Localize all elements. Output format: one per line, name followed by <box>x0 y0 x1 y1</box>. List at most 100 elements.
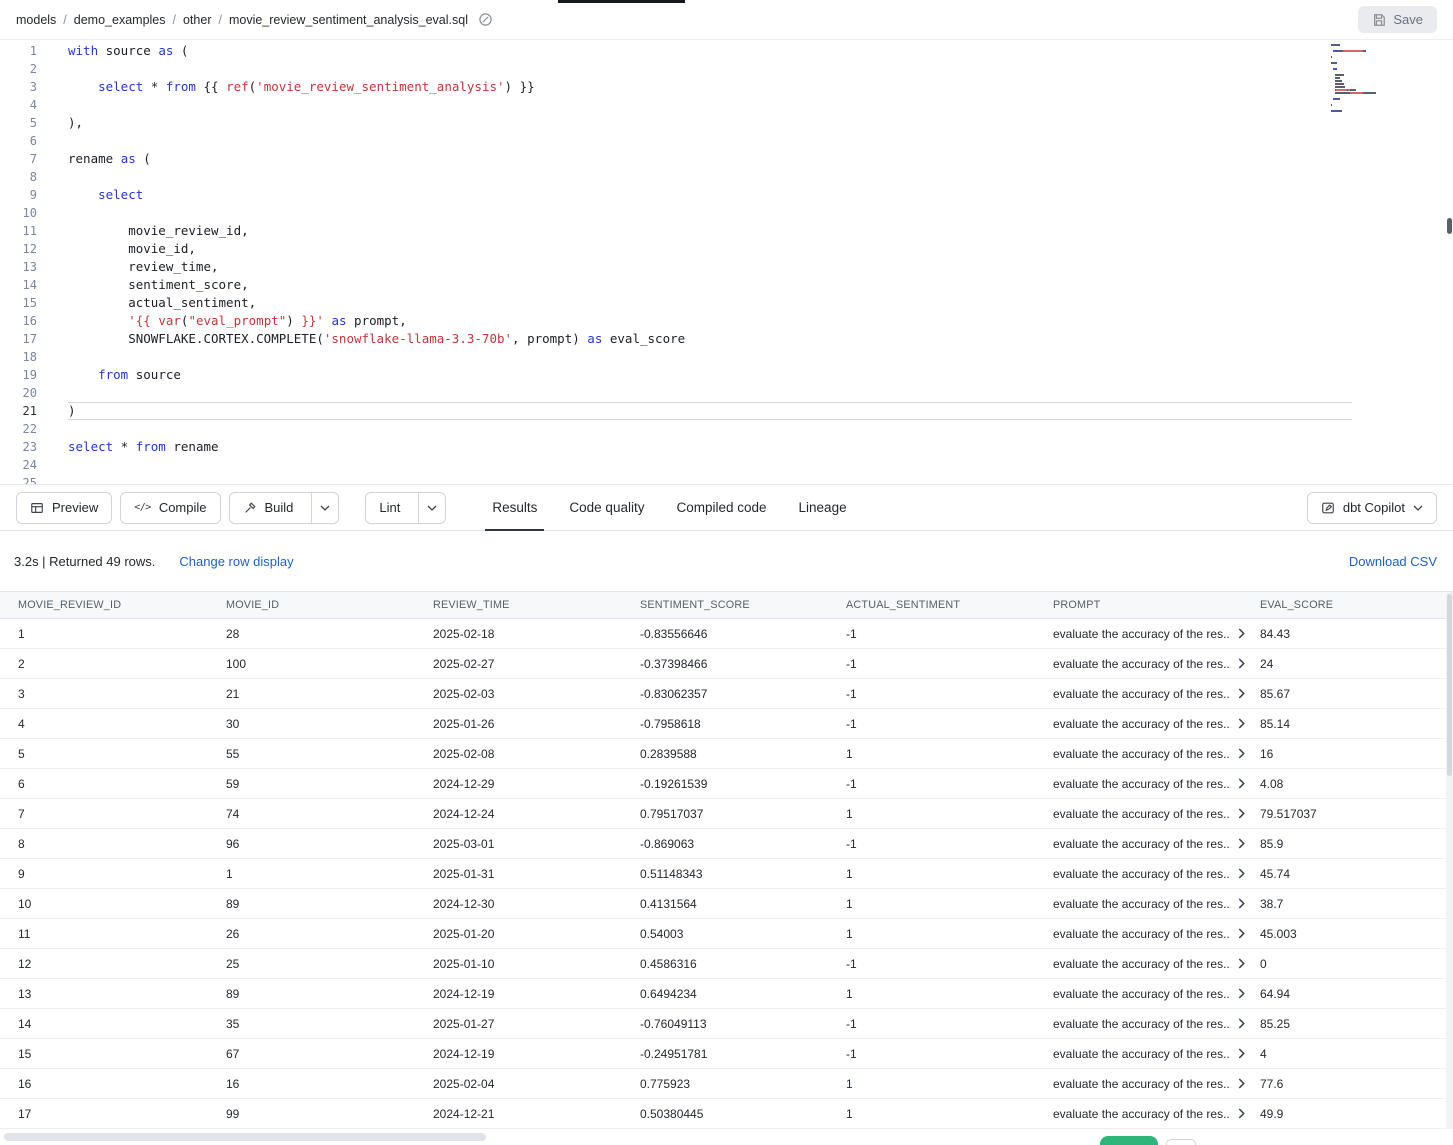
expand-prompt-icon[interactable] <box>1237 808 1246 819</box>
prompt-text: evaluate the accuracy of the res... <box>1053 927 1231 941</box>
code-line[interactable] <box>68 96 1352 114</box>
expand-prompt-icon[interactable] <box>1237 988 1246 999</box>
code-line[interactable] <box>68 348 1352 366</box>
code-line[interactable]: sentiment_score, <box>68 276 1352 294</box>
code-line[interactable]: select * from {{ ref('movie_review_senti… <box>68 78 1352 96</box>
cell-eval_score: 0 <box>1260 957 1453 971</box>
expand-prompt-icon[interactable] <box>1237 898 1246 909</box>
lint-button[interactable]: Lint <box>366 493 410 523</box>
expand-prompt-icon[interactable] <box>1237 1018 1246 1029</box>
compile-button[interactable]: </> Compile <box>120 492 220 524</box>
tab-results[interactable]: Results <box>476 485 553 530</box>
table-row: 16162025-02-040.7759231evaluate the accu… <box>0 1069 1453 1099</box>
cell-sentiment_score: 0.79517037 <box>640 807 846 821</box>
cell-movie_id: 96 <box>226 837 433 851</box>
expand-prompt-icon[interactable] <box>1237 1048 1246 1059</box>
expand-prompt-icon[interactable] <box>1237 928 1246 939</box>
line-number: 22 <box>0 420 46 438</box>
code-line[interactable] <box>68 456 1352 474</box>
breadcrumb-item: movie_review_sentiment_analysis_eval.sql <box>229 13 468 27</box>
expand-prompt-icon[interactable] <box>1237 688 1246 699</box>
breadcrumb-item: demo_examples <box>74 13 166 27</box>
cell-movie_review_id: 8 <box>18 837 226 851</box>
build-label: Build <box>265 500 294 515</box>
code-line[interactable] <box>68 60 1352 78</box>
lint-dropdown-button[interactable] <box>418 493 445 523</box>
code-line[interactable]: ) <box>68 402 1352 420</box>
expand-prompt-icon[interactable] <box>1237 958 1246 969</box>
code-editor[interactable]: 1234567891011121314151617181920212223242… <box>0 40 1453 485</box>
minimap[interactable] <box>1331 44 1431 126</box>
code-line[interactable]: review_time, <box>68 258 1352 276</box>
cell-movie_review_id: 13 <box>18 987 226 1001</box>
expand-prompt-icon[interactable] <box>1237 718 1246 729</box>
chevron-down-icon <box>427 505 437 511</box>
tab-compiled-code[interactable]: Compiled code <box>660 485 782 530</box>
table-row: 3212025-02-03-0.83062357-1evaluate the a… <box>0 679 1453 709</box>
code-line[interactable]: from source <box>68 366 1352 384</box>
cell-prompt: evaluate the accuracy of the res... <box>1053 1017 1260 1031</box>
code-line[interactable]: movie_id, <box>68 240 1352 258</box>
tab-lineage[interactable]: Lineage <box>783 485 863 530</box>
code-content[interactable]: with source as ( select * from {{ ref('m… <box>46 40 1352 484</box>
dbt-copilot-button[interactable]: dbt Copilot <box>1307 492 1437 524</box>
expand-prompt-icon[interactable] <box>1237 1108 1246 1119</box>
code-line[interactable]: SNOWFLAKE.CORTEX.COMPLETE('snowflake-lla… <box>68 330 1352 348</box>
bottom-widget-partial[interactable] <box>1166 1139 1196 1145</box>
expand-prompt-icon[interactable] <box>1237 868 1246 879</box>
table-row: 21002025-02-27-0.37398466-1evaluate the … <box>0 649 1453 679</box>
cell-movie_id: 21 <box>226 687 433 701</box>
cell-eval_score: 85.25 <box>1260 1017 1453 1031</box>
column-header-actual_sentiment: ACTUAL_SENTIMENT <box>846 599 1053 611</box>
change-row-display-link[interactable]: Change row display <box>179 554 293 569</box>
breadcrumb-separator: / <box>173 13 176 27</box>
preview-button[interactable]: Preview <box>16 492 112 524</box>
chat-button-partial[interactable] <box>1100 1136 1158 1145</box>
expand-prompt-icon[interactable] <box>1237 838 1246 849</box>
expand-prompt-icon[interactable] <box>1237 658 1246 669</box>
cell-sentiment_score: -0.24951781 <box>640 1047 846 1061</box>
prompt-text: evaluate the accuracy of the res... <box>1053 1017 1231 1031</box>
dbt-cloud-ide: models/demo_examples/other/movie_review_… <box>0 0 1453 1145</box>
expand-prompt-icon[interactable] <box>1237 628 1246 639</box>
editor-scrollbar[interactable] <box>1446 40 1452 484</box>
build-button[interactable]: Build <box>230 493 304 523</box>
code-line[interactable] <box>68 420 1352 438</box>
save-button[interactable]: Save <box>1358 6 1437 33</box>
cell-prompt: evaluate the accuracy of the res... <box>1053 837 1260 851</box>
code-line[interactable]: ), <box>68 114 1352 132</box>
line-number: 9 <box>0 186 46 204</box>
cell-sentiment_score: 0.54003 <box>640 927 846 941</box>
code-line[interactable] <box>68 474 1352 485</box>
code-line[interactable]: '{{ var("eval_prompt") }}' as prompt, <box>68 312 1352 330</box>
code-line[interactable] <box>68 168 1352 186</box>
prompt-text: evaluate the accuracy of the res... <box>1053 897 1231 911</box>
expand-prompt-icon[interactable] <box>1237 1078 1246 1089</box>
code-line[interactable]: movie_review_id, <box>68 222 1352 240</box>
editor-scrollbar-thumb[interactable] <box>1447 218 1452 234</box>
cell-sentiment_score: 0.6494234 <box>640 987 846 1001</box>
cell-prompt: evaluate the accuracy of the res... <box>1053 1077 1260 1091</box>
code-line[interactable]: select <box>68 186 1352 204</box>
horizontal-scrollbar[interactable] <box>4 1133 486 1141</box>
expand-prompt-icon[interactable] <box>1237 748 1246 759</box>
code-line[interactable] <box>68 204 1352 222</box>
code-line[interactable]: with source as ( <box>68 42 1352 60</box>
code-line[interactable]: rename as ( <box>68 150 1352 168</box>
cell-review_time: 2024-12-19 <box>433 1047 640 1061</box>
code-line[interactable]: actual_sentiment, <box>68 294 1352 312</box>
table-row: 14352025-01-27-0.76049113-1evaluate the … <box>0 1009 1453 1039</box>
download-csv-link[interactable]: Download CSV <box>1349 554 1439 569</box>
line-number: 5 <box>0 114 46 132</box>
query-status: 3.2s | Returned 49 rows. <box>14 554 155 569</box>
expand-prompt-icon[interactable] <box>1237 778 1246 789</box>
code-line[interactable] <box>68 384 1352 402</box>
code-line[interactable] <box>68 132 1352 150</box>
table-header-row: MOVIE_REVIEW_IDMOVIE_IDREVIEW_TIMESENTIM… <box>0 591 1453 619</box>
results-vertical-scrollbar[interactable] <box>1446 592 1453 1129</box>
cell-prompt: evaluate the accuracy of the res... <box>1053 807 1260 821</box>
code-line[interactable]: select * from rename <box>68 438 1352 456</box>
results-vertical-scrollbar-thumb[interactable] <box>1447 594 1452 776</box>
build-dropdown-button[interactable] <box>311 493 338 523</box>
tab-code-quality[interactable]: Code quality <box>553 485 660 530</box>
